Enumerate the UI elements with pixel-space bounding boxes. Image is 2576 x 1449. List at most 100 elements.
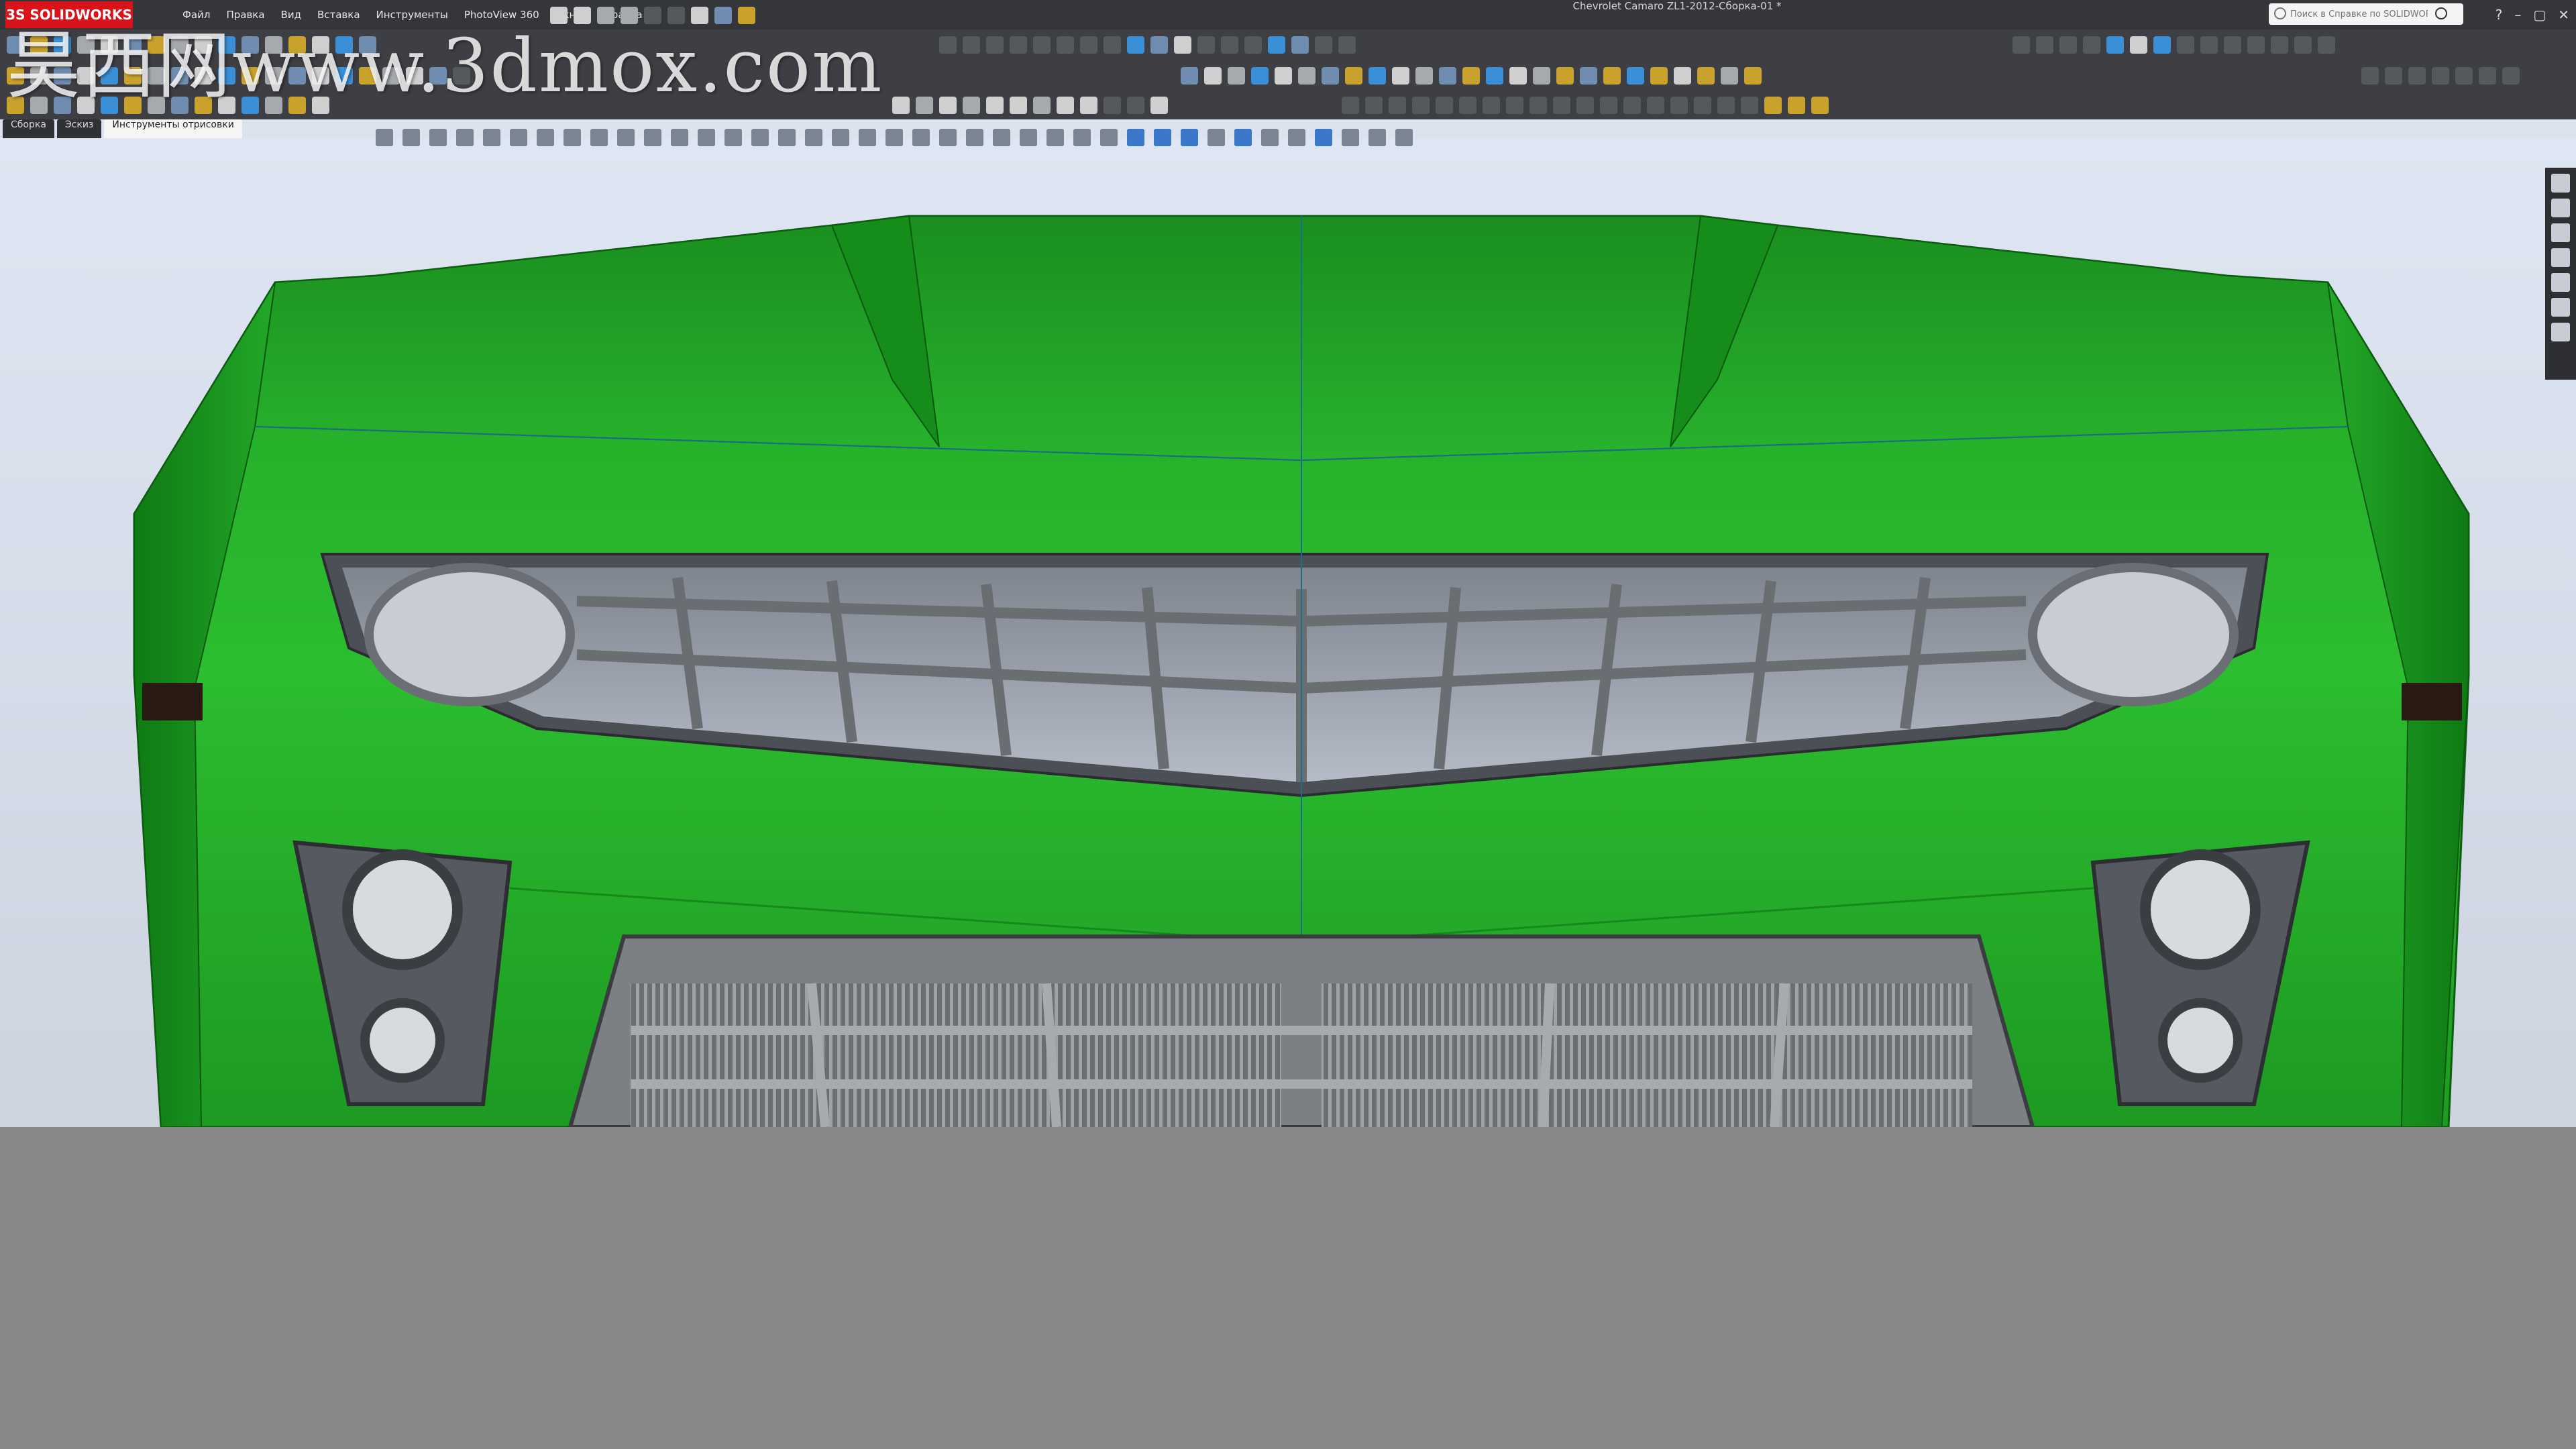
feature-icon-j[interactable] <box>2224 36 2241 54</box>
camaro-front-model[interactable] <box>0 138 2576 1127</box>
spline-icon[interactable] <box>1104 36 1121 54</box>
dim-icon-t[interactable] <box>1788 97 1805 114</box>
feature-icon-d[interactable] <box>2083 36 2100 54</box>
move-copy-body-icon[interactable] <box>1627 67 1644 85</box>
shell-icon[interactable] <box>1415 67 1433 85</box>
dim-icon-e[interactable] <box>1436 97 1453 114</box>
search-scope-icon[interactable] <box>2274 7 2286 19</box>
feature-icon-n[interactable] <box>2318 36 2335 54</box>
dim-icon-h[interactable] <box>1506 97 1523 114</box>
dim-icon-b[interactable] <box>1365 97 1383 114</box>
headlight-left[interactable] <box>364 563 575 706</box>
line-icon[interactable] <box>986 36 1004 54</box>
feature-icon-b[interactable] <box>2036 36 2053 54</box>
ellipse-draw-icon[interactable] <box>1080 97 1097 114</box>
intersect-icon[interactable] <box>1603 67 1621 85</box>
trim-entities-icon[interactable] <box>1127 36 1144 54</box>
analysis-icon-c[interactable] <box>2408 67 2426 85</box>
maximize-button[interactable]: ▢ <box>2533 7 2546 23</box>
search-icon[interactable] <box>2435 7 2447 19</box>
fillet-sketch-icon[interactable] <box>916 97 933 114</box>
hole-wizard-icon[interactable] <box>1322 67 1339 85</box>
dim-icon-i[interactable] <box>1529 97 1547 114</box>
minimize-button[interactable]: – <box>2514 7 2521 23</box>
analysis-icon-f[interactable] <box>2479 67 2496 85</box>
extruded-boss-icon[interactable] <box>1181 67 1198 85</box>
dim-icon-a[interactable] <box>1342 97 1359 114</box>
lofted-boss-icon[interactable] <box>1251 67 1269 85</box>
freeform-icon[interactable] <box>1674 67 1691 85</box>
extruded-cut-icon[interactable] <box>1298 67 1316 85</box>
feature-icon-l[interactable] <box>2271 36 2288 54</box>
dim-icon-u[interactable] <box>1811 97 1829 114</box>
dim-icon-o[interactable] <box>1670 97 1688 114</box>
centerline-icon[interactable] <box>1127 97 1144 114</box>
help-search-input[interactable] <box>2289 6 2429 22</box>
dim-icon-d[interactable] <box>1412 97 1430 114</box>
draft-icon[interactable] <box>1439 67 1456 85</box>
tab-assembly[interactable]: Сборка <box>3 119 54 138</box>
circular-pattern-icon[interactable] <box>1533 67 1550 85</box>
mirror-entities-icon[interactable] <box>1197 36 1215 54</box>
dim-icon-j[interactable] <box>1553 97 1570 114</box>
analysis-icon-g[interactable] <box>2502 67 2520 85</box>
arc-draw-icon[interactable] <box>1033 97 1051 114</box>
smart-dimension-icon[interactable] <box>963 36 980 54</box>
close-button[interactable]: ✕ <box>2558 7 2569 23</box>
flex-icon[interactable] <box>1721 67 1738 85</box>
construction-line-icon[interactable] <box>963 97 980 114</box>
dim-icon-g[interactable] <box>1483 97 1500 114</box>
tab-sketch[interactable]: Эскиз <box>56 119 102 138</box>
slot-draw-icon[interactable] <box>986 97 1004 114</box>
chamfer-icon[interactable] <box>1368 67 1386 85</box>
zebra-stripes-icon[interactable] <box>1744 67 1762 85</box>
revolved-boss-icon[interactable] <box>1204 67 1222 85</box>
rapid-sketch-icon[interactable] <box>1338 36 1356 54</box>
display-relations-icon[interactable] <box>1268 36 1285 54</box>
quick-snaps-icon[interactable] <box>1315 36 1332 54</box>
feature-icon-k[interactable] <box>2247 36 2265 54</box>
dim-icon-c[interactable] <box>1389 97 1406 114</box>
scale-icon[interactable] <box>1650 67 1668 85</box>
dim-icon-m[interactable] <box>1623 97 1641 114</box>
dim-icon-k[interactable] <box>1576 97 1594 114</box>
feature-icon-h[interactable] <box>2177 36 2194 54</box>
dim-icon-s[interactable] <box>1764 97 1782 114</box>
convert-entities-icon[interactable] <box>1150 36 1168 54</box>
dim-icon-p[interactable] <box>1694 97 1711 114</box>
move-entities-icon[interactable] <box>1244 36 1262 54</box>
rib-icon[interactable] <box>1392 67 1409 85</box>
repair-sketch-icon[interactable] <box>1291 36 1309 54</box>
tab-drawing-tools[interactable]: Инструменты отрисовки <box>104 119 242 138</box>
arc-icon[interactable] <box>1080 36 1097 54</box>
help-button[interactable]: ? <box>2496 7 2503 23</box>
feature-icon-e[interactable] <box>2106 36 2124 54</box>
analysis-icon-a[interactable] <box>2361 67 2379 85</box>
point-draw-icon[interactable] <box>1104 97 1121 114</box>
circle-icon[interactable] <box>1057 36 1074 54</box>
feature-icon-f[interactable] <box>2130 36 2147 54</box>
linear-sketch-pattern-icon[interactable] <box>1221 36 1238 54</box>
dim-icon-n[interactable] <box>1647 97 1664 114</box>
dim-icon-l[interactable] <box>1600 97 1617 114</box>
swept-boss-icon[interactable] <box>1228 67 1245 85</box>
spline-draw-icon[interactable] <box>1057 97 1074 114</box>
deform-icon[interactable] <box>1697 67 1715 85</box>
dim-icon-r[interactable] <box>1741 97 1758 114</box>
feature-icon-c[interactable] <box>2059 36 2077 54</box>
polygon-icon[interactable] <box>892 97 910 114</box>
feature-icon-g[interactable] <box>2153 36 2171 54</box>
sketch-icon[interactable] <box>939 36 957 54</box>
dim-icon-f[interactable] <box>1459 97 1477 114</box>
wrap-icon[interactable] <box>1462 67 1480 85</box>
fillet-icon[interactable] <box>1345 67 1362 85</box>
feature-icon-a[interactable] <box>2012 36 2030 54</box>
feature-icon-m[interactable] <box>2294 36 2312 54</box>
combine-icon[interactable] <box>1580 67 1597 85</box>
mirror-icon[interactable] <box>1509 67 1527 85</box>
text-draw-icon[interactable] <box>1150 97 1168 114</box>
slot-icon[interactable] <box>1033 36 1051 54</box>
feature-icon-i[interactable] <box>2200 36 2218 54</box>
offset-entities-icon[interactable] <box>1174 36 1191 54</box>
dim-icon-q[interactable] <box>1717 97 1735 114</box>
